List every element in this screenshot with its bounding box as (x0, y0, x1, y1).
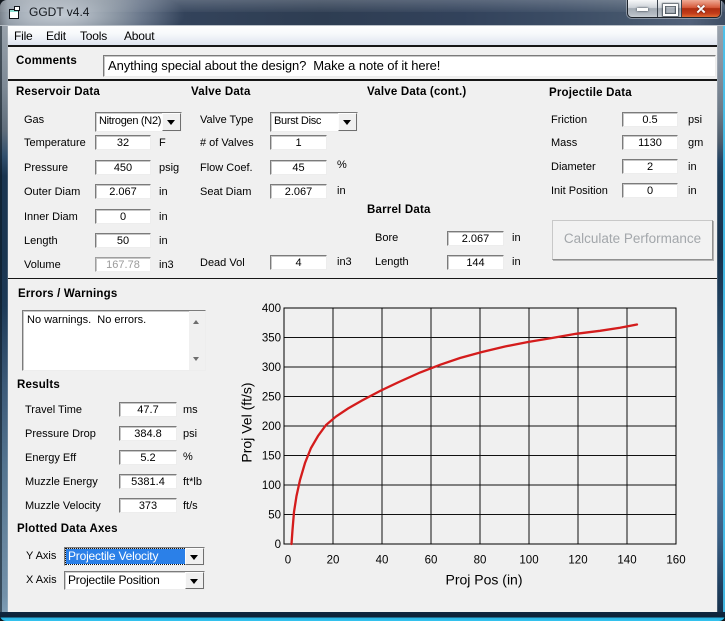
svg-text:100: 100 (262, 480, 281, 492)
svg-text:0: 0 (275, 539, 281, 551)
svg-text:Proj Pos (in): Proj Pos (in) (445, 572, 522, 588)
svg-text:400: 400 (262, 303, 281, 315)
svg-text:160: 160 (666, 555, 685, 567)
svg-text:140: 140 (617, 555, 636, 567)
svg-text:80: 80 (474, 555, 487, 567)
svg-text:50: 50 (268, 510, 281, 522)
svg-text:40: 40 (376, 555, 389, 567)
svg-text:120: 120 (568, 555, 587, 567)
svg-text:300: 300 (262, 362, 281, 374)
svg-text:Proj Vel (ft/s): Proj Vel (ft/s) (240, 382, 255, 462)
svg-text:100: 100 (519, 555, 538, 567)
svg-text:150: 150 (262, 451, 281, 463)
svg-text:60: 60 (425, 555, 438, 567)
svg-text:250: 250 (262, 392, 281, 404)
svg-text:350: 350 (262, 333, 281, 345)
svg-text:20: 20 (327, 555, 340, 567)
svg-text:200: 200 (262, 421, 281, 433)
svg-text:0: 0 (285, 555, 291, 567)
